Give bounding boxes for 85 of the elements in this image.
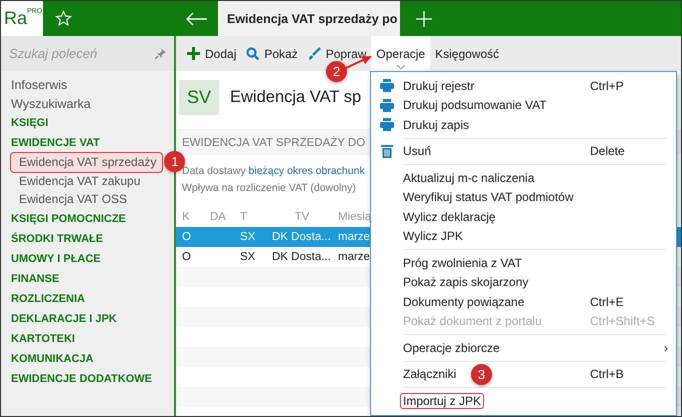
table-cell-text: marze — [337, 251, 370, 263]
table-cell-text: DK Dosta... — [271, 231, 331, 243]
menu-item-label: Weryfikuj status VAT podmiotów — [402, 190, 575, 204]
table-cell-text: O — [181, 251, 191, 263]
menu-item-label: Załączniki — [402, 367, 458, 382]
sidebar-section[interactable]: KARTOTEKI — [11, 328, 75, 348]
menu-item[interactable]: Drukuj podsumowanie VAT — [371, 96, 676, 115]
step-badge: 2 — [326, 61, 347, 82]
menu-item-label: Wylicz deklarację — [402, 210, 497, 224]
menu-item[interactable]: Próg zwolnienia z VAT — [371, 253, 676, 272]
sidebar-section[interactable]: DEKLARACJE I JPK — [11, 308, 117, 328]
menu-item[interactable]: Drukuj rejestr Ctrl+P — [371, 76, 676, 96]
search-icon — [246, 47, 260, 60]
menu-item-label: Drukuj zapis — [402, 118, 470, 132]
sidebar-section[interactable]: FINANSE — [11, 268, 60, 288]
menu-item[interactable]: Drukuj zapis — [371, 115, 676, 134]
toolbar-button[interactable]: Pokaż — [241, 36, 303, 71]
printer-icon — [380, 79, 394, 92]
shortcut: Ctrl+B — [590, 367, 625, 382]
filter-link[interactable]: bieżący okres obrachunk — [248, 165, 365, 177]
toolbar-button[interactable]: Księgowość — [430, 36, 504, 71]
star-icon[interactable] — [55, 10, 72, 27]
table-cell-text: SX — [239, 231, 256, 243]
sidebar-item[interactable]: Wyszukiwarka — [11, 94, 91, 113]
sidebar-item[interactable]: Ewidencja VAT OSS — [11, 190, 134, 208]
menu-item-label: Importuj z JPK — [401, 394, 484, 408]
menu-item-label: Pokaż dokument z portalu — [402, 314, 543, 328]
menu-item[interactable]: Wylicz deklarację — [371, 207, 676, 226]
brush-icon — [308, 47, 321, 60]
section-title: EWIDENCJA VAT SPRZEDAŻY DO — [182, 137, 366, 149]
sidebar-section[interactable]: EWIDENCJE DODATKOWE — [11, 368, 152, 388]
sidebar-section[interactable]: ŚRODKI TRWAŁE — [11, 228, 104, 248]
toolbar-button[interactable]: Operacje — [371, 36, 430, 71]
step-badge: 3 — [471, 364, 492, 384]
shortcut: Ctrl+Shift+S — [590, 314, 656, 328]
sidebar-section[interactable]: KOMUNIKACJA — [11, 348, 94, 368]
table-cell-text: O — [181, 231, 191, 243]
shortcut: Ctrl+E — [590, 294, 625, 309]
menu-item-label: Drukuj podsumowanie VAT — [402, 98, 548, 112]
menu-item-label: Próg zwolnienia z VAT — [402, 256, 523, 270]
toolbar-button[interactable]: Dodaj — [182, 36, 242, 71]
menu-item-label: Pokaż zapis skojarzony — [402, 275, 530, 290]
sidebar-section[interactable]: EWIDENCJE VAT — [11, 133, 100, 153]
menu-item-label: Dokumenty powiązane — [402, 294, 526, 309]
pin-icon[interactable] — [155, 48, 166, 59]
printer-icon — [380, 118, 394, 132]
menu-item[interactable]: Pokaż zapis skojarzony — [371, 272, 676, 292]
plus-icon[interactable] — [416, 10, 432, 26]
shortcut: Delete — [590, 144, 626, 158]
table-cell-text: SX — [239, 251, 256, 263]
menu-item-label: Usuń — [402, 144, 432, 158]
menu-item[interactable]: Aktualizuj m-c naliczenia — [371, 168, 676, 188]
menu-item[interactable]: Importuj z JPK — [371, 391, 676, 410]
printer-icon — [380, 98, 394, 112]
shortcut: Ctrl+P — [590, 78, 625, 93]
sidebar-item[interactable]: Ewidencja VAT sprzedaży — [11, 153, 162, 172]
menu-item[interactable]: Weryfikuj status VAT podmiotów — [371, 188, 676, 207]
chevron-icon — [396, 65, 405, 69]
logo: Ra — [4, 8, 28, 29]
menu-item-label: Wylicz JPK — [402, 229, 464, 244]
menu-item-label: Aktualizuj m-c naliczenia — [402, 170, 536, 185]
table-cell-text: DK Dosta... — [271, 251, 331, 263]
menu-item[interactable]: Operacje zbiorcze › — [371, 338, 676, 358]
menu-item[interactable]: Wylicz JPK — [371, 226, 676, 246]
sidebar-section[interactable]: UMOWY I PŁACE — [11, 248, 101, 268]
sidebar-item[interactable]: Infoserwis — [11, 76, 68, 94]
submenu-arrow: › — [664, 340, 669, 355]
sidebar-section[interactable]: ROZLICZENIA — [11, 288, 85, 308]
sidebar-section[interactable]: KSIĘGI — [11, 113, 48, 133]
page-title: Ewidencja VAT sp — [230, 88, 362, 106]
menu-item[interactable]: Usuń Delete — [371, 142, 676, 161]
search-field[interactable]: Szukaj poleceń — [9, 46, 149, 61]
menu-item[interactable]: Załączniki 3 Ctrl+B — [371, 364, 676, 384]
search-bar[interactable]: Szukaj poleceń — [1, 36, 174, 71]
plus-icon — [187, 47, 200, 60]
trash-icon — [381, 144, 393, 158]
menu-item[interactable]: Dokumenty powiązane Ctrl+E — [371, 292, 676, 312]
register-code: SV — [179, 80, 220, 114]
back-arrow-icon[interactable] — [186, 12, 208, 26]
sidebar-item[interactable]: Ewidencja VAT zakupu — [11, 172, 146, 190]
sidebar-section[interactable]: KSIĘGI POMOCNICZE — [11, 208, 126, 228]
menu-item-label: Operacje zbiorcze — [402, 340, 501, 355]
filter-line: Wpływa na rozliczenie VAT (dowolny) — [182, 181, 356, 196]
table-cell-text: marze — [337, 231, 370, 243]
menu-item-label: Drukuj rejestr — [402, 78, 476, 93]
